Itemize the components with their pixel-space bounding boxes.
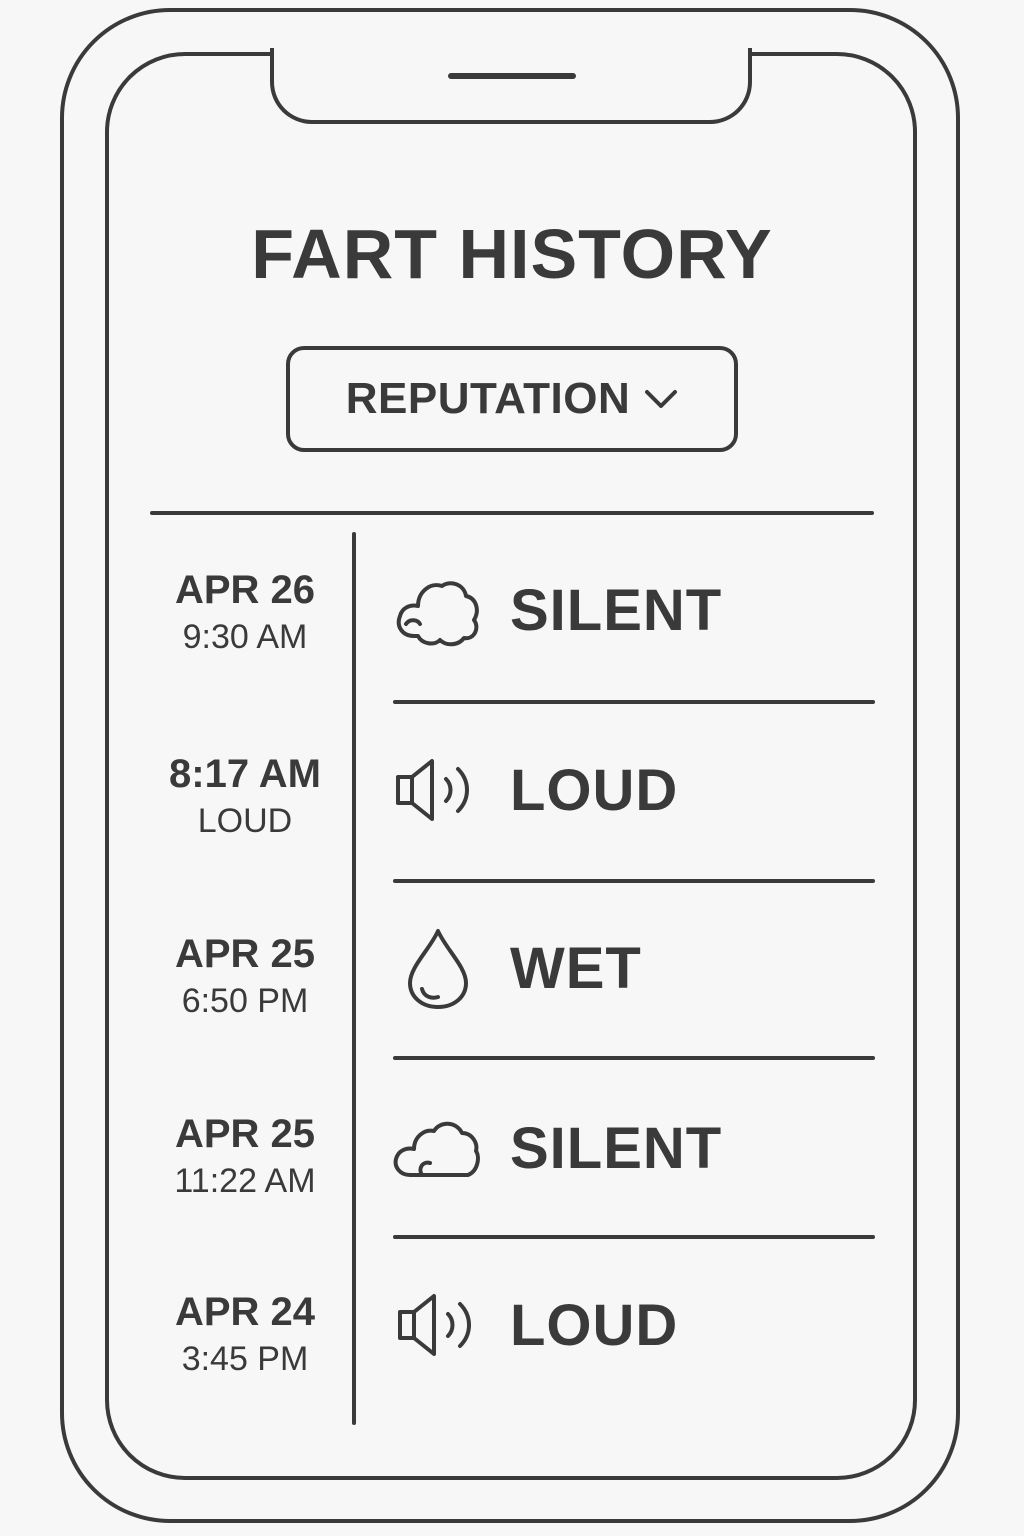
- filter-label: REPUTATION: [345, 374, 631, 423]
- entry-type-label: SILENT: [510, 577, 723, 643]
- entry-date: 8:17 AM: [169, 752, 321, 796]
- speaker-icon: [392, 745, 484, 835]
- entry-type-row[interactable]: SILENT: [392, 1088, 872, 1208]
- entry-date-cell: APR 26 9:30 AM: [140, 566, 350, 660]
- entry-time: 6:50 PM: [181, 982, 309, 1020]
- chevron-down-icon: [644, 388, 678, 410]
- entry-type-label: SILENT: [510, 1115, 723, 1181]
- entry-date: APR 25: [174, 1112, 316, 1156]
- row-divider: [393, 879, 875, 883]
- entry-type-row[interactable]: WET: [392, 908, 872, 1028]
- entry-time: 3:45 PM: [181, 1340, 309, 1378]
- entry-type-row[interactable]: LOUD: [392, 730, 872, 850]
- entry-type-row[interactable]: SILENT: [392, 550, 872, 670]
- header-divider: [150, 511, 874, 515]
- entry-type-label: WET: [510, 935, 642, 1001]
- entry-date: APR 26: [174, 568, 316, 612]
- entry-time: LOUD: [197, 802, 293, 840]
- entry-date: APR 24: [174, 1290, 316, 1334]
- page-title: FART HISTORY: [251, 215, 773, 293]
- row-divider: [393, 1235, 875, 1239]
- entry-date-cell: 8:17 AM LOUD: [140, 750, 350, 844]
- cloud-icon: [392, 1103, 484, 1193]
- entry-type-label: LOUD: [510, 1292, 679, 1358]
- row-divider: [393, 1056, 875, 1060]
- entry-date-cell: APR 25 11:22 AM: [140, 1110, 350, 1204]
- notch: [270, 48, 752, 124]
- entry-date: APR 25: [174, 932, 316, 976]
- entry-type-label: LOUD: [510, 757, 679, 823]
- entry-date-cell: APR 24 3:45 PM: [140, 1288, 350, 1382]
- droplet-icon: [392, 923, 484, 1013]
- speaker-icon: [392, 1280, 484, 1370]
- entry-date-cell: APR 25 6:50 PM: [140, 930, 350, 1024]
- row-divider: [393, 700, 875, 704]
- entry-type-row[interactable]: LOUD: [392, 1265, 872, 1385]
- entry-time: 11:22 AM: [174, 1162, 316, 1200]
- column-divider: [352, 532, 356, 1425]
- reputation-filter-dropdown[interactable]: REPUTATION: [286, 346, 738, 452]
- entry-time: 9:30 AM: [182, 618, 308, 656]
- speaker-grille: [448, 73, 576, 79]
- cloud-icon: [392, 565, 484, 655]
